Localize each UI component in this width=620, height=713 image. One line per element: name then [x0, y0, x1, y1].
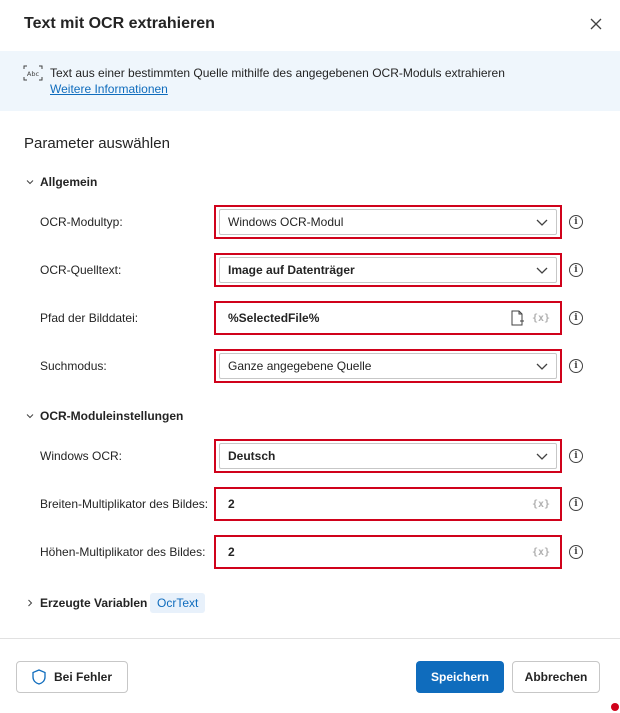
- chevron-right-icon: [28, 599, 33, 607]
- group-produced-variables-header[interactable]: Erzeugte Variablen: [24, 596, 147, 610]
- image-path-value: %SelectedFile%: [228, 311, 320, 325]
- info-icon[interactable]: i: [569, 215, 583, 229]
- group-ocr-settings-header[interactable]: OCR-Moduleinstellungen: [24, 409, 183, 423]
- group-produced-variables-label: Erzeugte Variablen: [40, 596, 148, 610]
- variable-chip-ocrtext[interactable]: OcrText: [150, 593, 206, 613]
- ocr-source-text-dropdown[interactable]: Image auf Datenträger: [214, 253, 562, 287]
- width-multiplier-label: Breiten-Multiplikator des Bildes:: [40, 497, 209, 511]
- width-multiplier-value: 2: [228, 497, 235, 511]
- info-icon[interactable]: i: [569, 359, 583, 373]
- svg-text:Abc: Abc: [27, 70, 40, 78]
- info-banner: Abc Text aus einer bestimmten Quelle mit…: [0, 51, 620, 111]
- height-multiplier-label: Höhen-Multiplikator des Bildes:: [40, 545, 206, 559]
- variable-icon[interactable]: {x}: [532, 547, 550, 558]
- height-multiplier-value: 2: [228, 545, 235, 559]
- dialog: Text mit OCR extrahieren Abc Text aus ei…: [0, 0, 620, 713]
- ocr-source-text-label: OCR-Quelltext:: [40, 263, 122, 277]
- footer-divider: [0, 638, 620, 639]
- group-ocr-settings-label: OCR-Moduleinstellungen: [40, 409, 184, 423]
- info-icon[interactable]: i: [569, 497, 583, 511]
- info-icon[interactable]: i: [569, 449, 583, 463]
- chevron-down-icon: [536, 363, 548, 370]
- info-icon[interactable]: i: [569, 311, 583, 325]
- chevron-down-icon: [26, 180, 34, 185]
- chevron-down-icon: [26, 414, 34, 419]
- group-general-header[interactable]: Allgemein: [24, 175, 97, 189]
- search-mode-value: Ganze angegebene Quelle: [228, 359, 372, 373]
- windows-ocr-label: Windows OCR:: [40, 449, 123, 463]
- more-info-link[interactable]: Weitere Informationen: [50, 82, 168, 96]
- save-button[interactable]: Speichern: [416, 661, 504, 693]
- on-error-button[interactable]: Bei Fehler: [16, 661, 128, 693]
- chevron-down-icon: [536, 219, 548, 226]
- ocr-module-type-value: Windows OCR-Modul: [228, 215, 344, 229]
- info-icon[interactable]: i: [569, 263, 583, 277]
- dialog-description: Text aus einer bestimmten Quelle mithilf…: [50, 66, 505, 80]
- cancel-button[interactable]: Abbrechen: [512, 661, 600, 693]
- windows-ocr-dropdown[interactable]: Deutsch: [214, 439, 562, 473]
- section-title: Parameter auswählen: [24, 135, 170, 152]
- ocr-icon: Abc: [23, 65, 43, 81]
- dialog-title: Text mit OCR extrahieren: [24, 15, 215, 32]
- close-icon[interactable]: [584, 12, 608, 36]
- group-general-label: Allgemein: [40, 175, 98, 189]
- status-indicator: [611, 703, 619, 711]
- search-mode-label: Suchmodus:: [40, 359, 107, 373]
- image-path-input[interactable]: %SelectedFile% {x}: [214, 301, 562, 335]
- shield-icon: [32, 669, 46, 685]
- variable-icon[interactable]: {x}: [532, 313, 550, 324]
- image-path-label: Pfad der Bilddatei:: [40, 311, 139, 325]
- chevron-down-icon: [536, 267, 548, 274]
- ocr-module-type-dropdown[interactable]: Windows OCR-Modul: [214, 205, 562, 239]
- ocr-module-type-label: OCR-Modultyp:: [40, 215, 123, 229]
- file-icon[interactable]: [510, 310, 524, 326]
- windows-ocr-value: Deutsch: [228, 449, 276, 463]
- chevron-down-icon: [536, 453, 548, 460]
- on-error-label: Bei Fehler: [53, 670, 113, 684]
- width-multiplier-input[interactable]: 2 {x}: [214, 487, 562, 521]
- height-multiplier-input[interactable]: 2 {x}: [214, 535, 562, 569]
- search-mode-dropdown[interactable]: Ganze angegebene Quelle: [214, 349, 562, 383]
- ocr-source-text-value: Image auf Datenträger: [228, 263, 355, 277]
- variable-icon[interactable]: {x}: [532, 499, 550, 510]
- info-icon[interactable]: i: [569, 545, 583, 559]
